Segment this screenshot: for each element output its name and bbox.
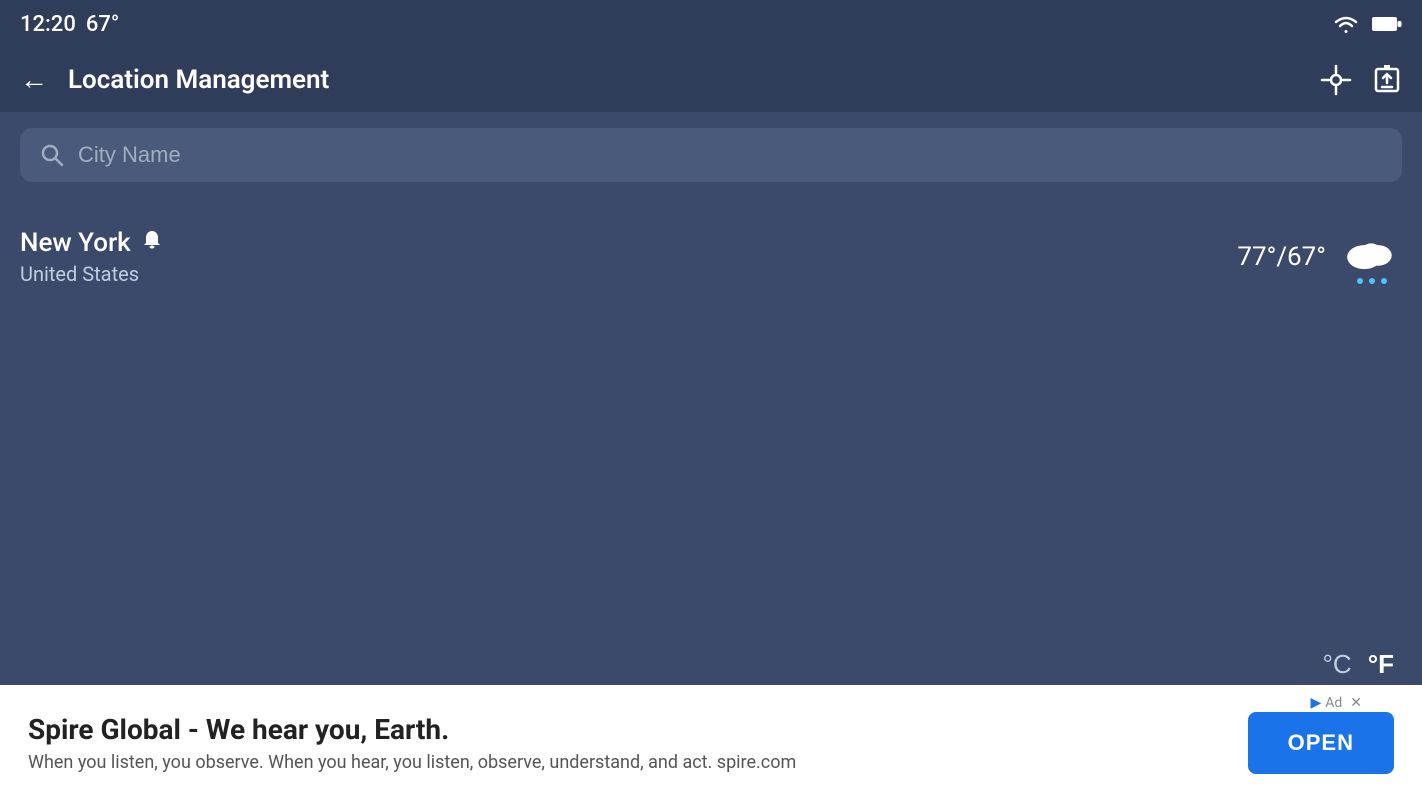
status-left: 12:20 67°: [20, 12, 119, 37]
app-header: ← Location Management: [0, 48, 1422, 112]
location-country: United States: [20, 262, 163, 286]
status-time: 12:20: [20, 12, 76, 37]
list-item[interactable]: New York United States 77°/67°: [20, 218, 1402, 296]
ad-close-x[interactable]: ✕: [1350, 695, 1362, 711]
rain-dot: [1381, 278, 1387, 284]
location-city: New York: [20, 228, 131, 258]
status-bar: 12:20 67°: [0, 0, 1422, 48]
ad-subtitle: When you listen, you observe. When you h…: [28, 752, 1248, 773]
back-icon: ←: [20, 64, 48, 96]
weather-temp: 77°/67°: [1237, 242, 1326, 272]
ad-banner: ▶ Ad ✕ Spire Global - We hear you, Earth…: [0, 685, 1422, 800]
rain-dot: [1357, 278, 1363, 284]
fahrenheit-button[interactable]: °F: [1368, 649, 1394, 680]
edit-icon: [1372, 65, 1402, 95]
location-weather: 77°/67°: [1237, 230, 1402, 284]
gps-location-button[interactable]: [1320, 64, 1352, 96]
cloud-icon: [1342, 230, 1402, 274]
temp-unit-switcher: °C °F: [1323, 649, 1394, 680]
search-container: [0, 112, 1422, 198]
wifi-icon: [1332, 14, 1360, 34]
gps-icon: [1320, 64, 1352, 96]
ad-content: Spire Global - We hear you, Earth. When …: [28, 713, 1248, 773]
search-icon: [40, 143, 64, 167]
location-name-row: New York: [20, 228, 163, 258]
ad-title: Spire Global - We hear you, Earth.: [28, 713, 1248, 746]
header-actions: [1320, 64, 1402, 96]
battery-icon: [1372, 15, 1402, 33]
ad-right: OPEN: [1248, 712, 1394, 774]
search-input[interactable]: [78, 142, 1382, 168]
search-bar: [20, 128, 1402, 182]
ad-open-button[interactable]: OPEN: [1248, 712, 1394, 774]
rain-dot: [1369, 278, 1375, 284]
back-button[interactable]: ←: [20, 64, 48, 96]
location-list: New York United States 77°/67°: [0, 198, 1422, 296]
weather-icon-wrap: [1342, 230, 1402, 284]
celsius-button[interactable]: °C: [1323, 649, 1352, 680]
location-info: New York United States: [20, 228, 163, 286]
status-right: [1332, 14, 1402, 34]
ad-arrow-icon: ▶: [1310, 695, 1321, 711]
ad-indicator: ▶ Ad ✕: [1310, 695, 1362, 711]
status-temperature: 67°: [86, 12, 119, 37]
edit-button[interactable]: [1372, 65, 1402, 95]
page-title: Location Management: [68, 65, 329, 95]
bell-icon: [141, 229, 163, 257]
header-left: ← Location Management: [20, 64, 329, 96]
rain-dots: [1357, 278, 1387, 284]
